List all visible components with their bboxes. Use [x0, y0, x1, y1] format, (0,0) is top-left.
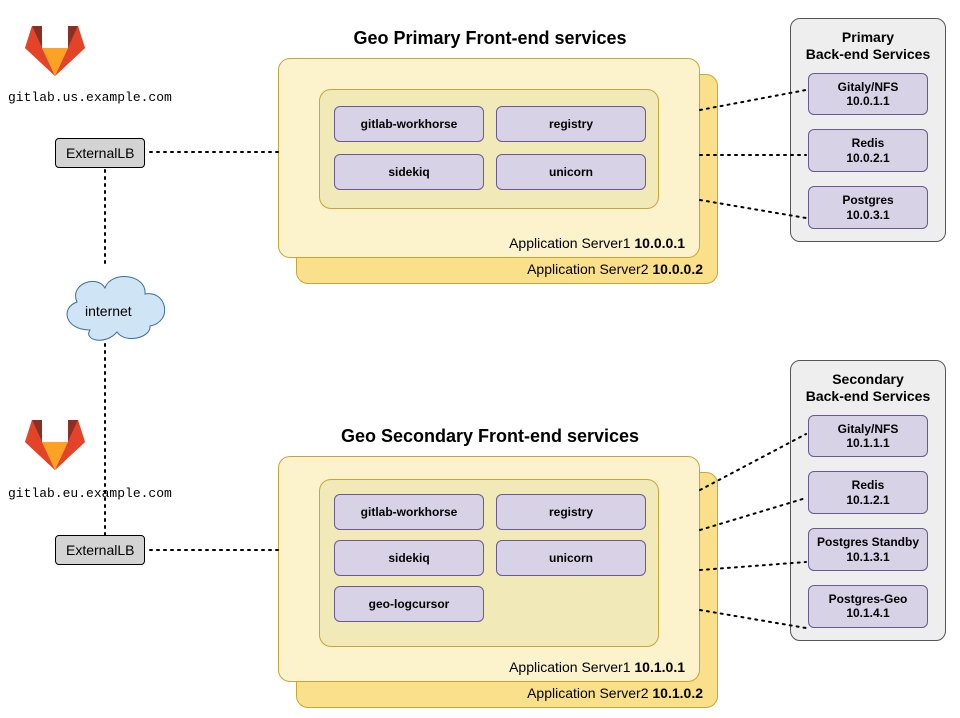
backend-gitaly: Gitaly/NFS10.1.1.1	[808, 415, 928, 458]
secondary-domain: gitlab.eu.example.com	[8, 486, 172, 501]
primary-domain: gitlab.us.example.com	[8, 90, 172, 105]
service-geo-logcursor: geo-logcursor	[334, 586, 484, 622]
gitlab-logo-icon	[20, 18, 90, 78]
service-registry: registry	[496, 106, 646, 142]
secondary-backend-title: SecondaryBack-end Services	[803, 371, 933, 405]
secondary-app1-label: Application Server1 10.1.0.1	[509, 659, 685, 675]
backend-postgres: Postgres10.0.3.1	[808, 186, 928, 229]
backend-redis: Redis10.0.2.1	[808, 129, 928, 172]
primary-app1-label: Application Server1 10.0.0.1	[509, 235, 685, 251]
secondary-app2-label: Application Server2 10.1.0.2	[527, 685, 703, 701]
primary-external-lb: ExternalLB	[55, 138, 145, 168]
backend-postgres-standby: Postgres Standby10.1.3.1	[808, 528, 928, 571]
internet-label: internet	[85, 303, 132, 319]
gitlab-logo-icon	[20, 412, 90, 472]
service-sidekiq: sidekiq	[334, 540, 484, 576]
service-sidekiq: sidekiq	[334, 154, 484, 190]
secondary-title: Geo Secondary Front-end services	[265, 426, 715, 447]
primary-app2-label: Application Server2 10.0.0.2	[527, 261, 703, 277]
primary-title: Geo Primary Front-end services	[280, 28, 700, 49]
backend-postgres-geo: Postgres-Geo10.1.4.1	[808, 585, 928, 628]
backend-gitaly: Gitaly/NFS10.0.1.1	[808, 73, 928, 116]
secondary-app-server1: gitlab-workhorse registry sidekiq unicor…	[278, 456, 700, 682]
primary-backend-title: PrimaryBack-end Services	[803, 29, 933, 63]
backend-redis: Redis10.1.2.1	[808, 471, 928, 514]
service-unicorn: unicorn	[496, 540, 646, 576]
service-gitlab-workhorse: gitlab-workhorse	[334, 494, 484, 530]
service-gitlab-workhorse: gitlab-workhorse	[334, 106, 484, 142]
service-unicorn: unicorn	[496, 154, 646, 190]
secondary-backend-panel: SecondaryBack-end Services Gitaly/NFS10.…	[790, 360, 946, 641]
service-registry: registry	[496, 494, 646, 530]
primary-app-server1: gitlab-workhorse registry sidekiq unicor…	[278, 58, 700, 258]
primary-backend-panel: PrimaryBack-end Services Gitaly/NFS10.0.…	[790, 18, 946, 242]
secondary-external-lb: ExternalLB	[55, 535, 145, 565]
